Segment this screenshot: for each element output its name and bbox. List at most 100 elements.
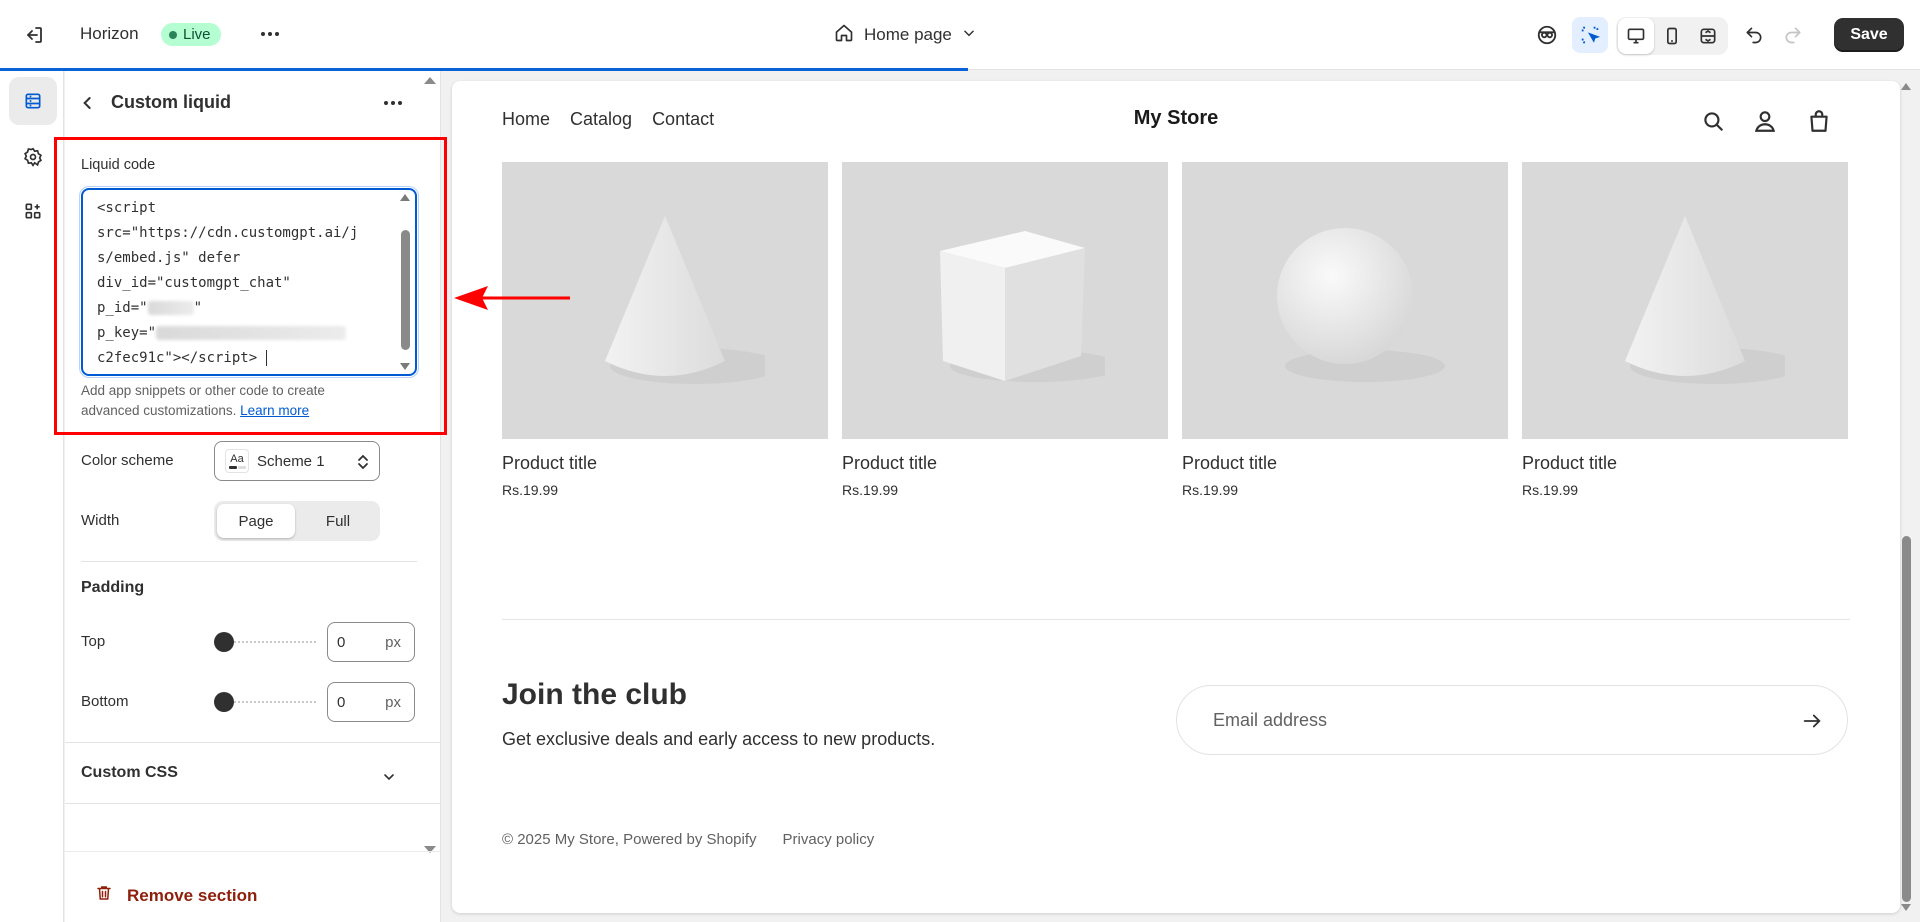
remove-section-label: Remove section: [127, 885, 258, 905]
scheme-swatch: Aa: [225, 449, 249, 473]
gear-icon[interactable]: [9, 133, 57, 181]
save-button[interactable]: Save: [1834, 18, 1904, 52]
product-card[interactable]: Product title Rs.19.99: [1182, 162, 1508, 498]
code-line: p_key=": [97, 325, 157, 341]
page-selector[interactable]: Home page: [834, 21, 976, 49]
page-selector-label: Home page: [864, 25, 952, 44]
redacted-value: [156, 326, 347, 340]
product-image[interactable]: [1182, 162, 1508, 439]
undo-icon[interactable]: [1736, 17, 1772, 53]
newsletter-subtext: Get exclusive deals and early access to …: [502, 729, 936, 749]
padding-top-label: Top: [81, 633, 106, 650]
redacted-value: [147, 301, 194, 315]
product-title[interactable]: Product title: [1182, 453, 1508, 474]
divider: [65, 803, 441, 804]
apps-icon[interactable]: [9, 187, 57, 235]
code-line: p_id=": [97, 300, 148, 316]
panel-scroll-up-icon[interactable]: [424, 77, 436, 84]
status-badge-label: Live: [183, 26, 211, 43]
store-brand[interactable]: My Store: [452, 107, 1900, 130]
arrow-right-icon[interactable]: [1801, 710, 1823, 732]
code-line: src="https://cdn.customgpt.ai/j: [97, 225, 359, 241]
preview-scrollbar[interactable]: [1900, 81, 1912, 913]
store-name: Horizon: [80, 24, 139, 43]
chevron-down-icon: [962, 25, 976, 45]
slider-handle[interactable]: [214, 632, 234, 652]
product-card[interactable]: Product title Rs.19.99: [502, 162, 828, 498]
text-cursor: [265, 350, 267, 366]
padding-bottom-input[interactable]: 0 px: [327, 682, 415, 722]
settings-panel: Custom liquid Liquid code <script src="h…: [65, 71, 441, 922]
editor-scrollbar[interactable]: [401, 230, 410, 350]
desktop-view-icon[interactable]: [1618, 18, 1654, 54]
viewport-toggle: [1616, 17, 1728, 55]
store-footer: © 2025 My Store, Powered by Shopify Priv…: [502, 831, 874, 848]
padding-top-value: 0: [337, 634, 346, 651]
more-options-icon[interactable]: [381, 93, 405, 113]
status-badge: Live: [161, 23, 221, 46]
privacy-policy-link[interactable]: Privacy policy: [783, 831, 875, 848]
width-toggle: Page Full: [214, 501, 380, 541]
select-element-icon[interactable]: [1572, 17, 1608, 53]
editor-scroll-up-icon[interactable]: [400, 194, 410, 201]
width-option-full[interactable]: Full: [299, 504, 377, 538]
color-scheme-select[interactable]: Aa Scheme 1: [214, 441, 380, 481]
divider: [65, 851, 441, 852]
email-field[interactable]: Email address: [1176, 685, 1848, 755]
divider: [81, 561, 417, 562]
sections-icon[interactable]: [9, 77, 57, 125]
unit-label: px: [385, 634, 401, 651]
product-price: Rs.19.99: [502, 482, 559, 498]
width-option-page[interactable]: Page: [217, 504, 295, 538]
product-title[interactable]: Product title: [842, 453, 1168, 474]
product-title[interactable]: Product title: [1522, 453, 1848, 474]
slider-handle[interactable]: [214, 692, 234, 712]
width-label: Width: [81, 512, 120, 529]
code-line: div_id="customgpt_chat": [97, 275, 291, 291]
chevron-down-icon[interactable]: [381, 769, 397, 785]
liquid-code-text[interactable]: <script src="https://cdn.customgpt.ai/j …: [97, 196, 387, 371]
left-rail: [0, 71, 64, 922]
product-title[interactable]: Product title: [502, 453, 828, 474]
more-actions-icon[interactable]: [258, 22, 282, 46]
liquid-code-editor[interactable]: <script src="https://cdn.customgpt.ai/j …: [81, 188, 417, 376]
editor-scroll-down-icon[interactable]: [400, 363, 410, 370]
padding-bottom-value: 0: [337, 694, 346, 711]
redo-icon[interactable]: [1775, 17, 1811, 53]
mobile-view-icon[interactable]: [1654, 18, 1690, 54]
preview-inspector-icon[interactable]: [1529, 17, 1565, 53]
product-card[interactable]: Product title Rs.19.99: [842, 162, 1168, 498]
fullscreen-view-icon[interactable]: [1690, 18, 1726, 54]
padding-top-slider[interactable]: [214, 632, 318, 652]
cart-icon[interactable]: [1806, 108, 1832, 134]
newsletter-heading: Join the club: [502, 678, 688, 711]
back-arrow-icon[interactable]: [78, 93, 98, 113]
select-chevron-icon: [357, 453, 369, 471]
product-image[interactable]: [1522, 162, 1848, 439]
preview-scroll-up-icon[interactable]: [1901, 83, 1911, 90]
padding-bottom-slider[interactable]: [214, 692, 318, 712]
liquid-help-text: Add app snippets or other code to create…: [81, 381, 371, 421]
product-image[interactable]: [842, 162, 1168, 439]
color-scheme-value: Scheme 1: [257, 452, 325, 470]
remove-section-button[interactable]: Remove section: [95, 883, 257, 908]
trash-icon: [95, 883, 113, 908]
padding-heading: Padding: [81, 579, 145, 596]
learn-more-link[interactable]: Learn more: [240, 403, 309, 418]
product-price: Rs.19.99: [842, 482, 899, 498]
preview-scroll-thumb[interactable]: [1902, 536, 1911, 902]
product-card[interactable]: Product title Rs.19.99: [1522, 162, 1848, 498]
account-icon[interactable]: [1752, 108, 1778, 134]
unit-label: px: [385, 694, 401, 711]
home-icon: [834, 23, 854, 48]
exit-icon[interactable]: [22, 23, 46, 47]
divider: [65, 742, 441, 743]
search-icon[interactable]: [1700, 108, 1726, 134]
product-price: Rs.19.99: [1182, 482, 1239, 498]
product-price: Rs.19.99: [1522, 482, 1579, 498]
divider: [502, 619, 1850, 620]
padding-top-input[interactable]: 0 px: [327, 622, 415, 662]
preview-scroll-down-icon[interactable]: [1901, 904, 1911, 911]
swatch-text: Aa: [230, 452, 244, 465]
custom-css-heading[interactable]: Custom CSS: [81, 764, 178, 782]
